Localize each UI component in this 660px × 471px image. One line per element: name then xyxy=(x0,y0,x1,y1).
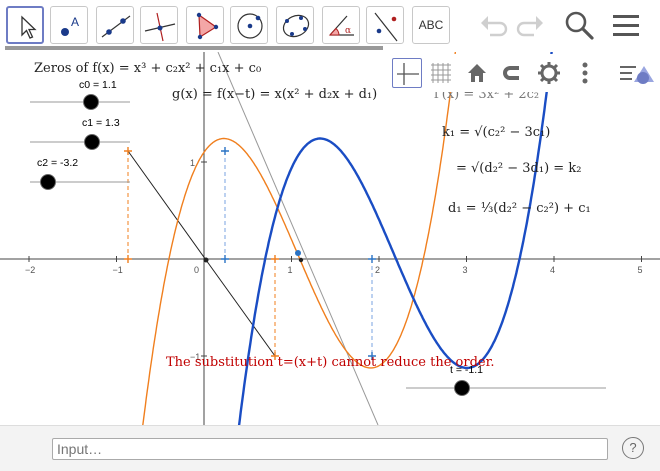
d1-formula: d₁ = ⅓(d₂² − c₂²) + c₁ xyxy=(448,201,591,216)
slider-c1-label: c1 = 1.3 xyxy=(82,117,120,129)
home-icon xyxy=(468,64,486,82)
slider-c1[interactable]: c1 = 1.3 xyxy=(30,117,130,150)
origin-point[interactable] xyxy=(203,257,209,263)
x-tick-label: 2 xyxy=(375,265,380,275)
algebra-input-field[interactable] xyxy=(52,438,608,460)
point-capturing-button[interactable] xyxy=(498,58,528,88)
perpendicular-tool-button[interactable] xyxy=(140,6,178,44)
substitution-note: The substitution t=(x+t) cannot reduce t… xyxy=(166,355,495,370)
perpendicular-line-icon xyxy=(144,12,176,42)
x-tick-label: 1 xyxy=(288,265,293,275)
polygon-tool-button[interactable] xyxy=(186,6,224,44)
main-menu-button[interactable] xyxy=(610,10,642,40)
move-tool-button[interactable] xyxy=(6,6,44,44)
algebra-input-bar xyxy=(0,425,660,471)
y-tick-label: 1 xyxy=(190,158,195,168)
toggle-style-bar-icon xyxy=(620,66,654,84)
slider-t-label: t = -1.1 xyxy=(450,364,483,376)
x-tick-label: 5 xyxy=(638,265,643,275)
angle-tool-button[interactable]: α xyxy=(322,6,360,44)
text-tool-button[interactable]: ABC xyxy=(412,6,450,44)
arrow-cursor-icon xyxy=(21,15,37,39)
g-inflection-point[interactable] xyxy=(295,250,301,256)
x-tick-label: −2 xyxy=(25,265,35,275)
reflect-about-line-icon xyxy=(374,12,398,42)
angle-icon: α xyxy=(328,15,354,36)
svg-text:α: α xyxy=(345,26,351,36)
conic-through-points-icon xyxy=(282,14,310,38)
undo-icon xyxy=(481,16,508,37)
line-through-points-icon xyxy=(101,15,131,38)
zeros-title: Zeros of f(x) = x³ + c₂x² + c₁x + c₀ xyxy=(34,61,261,76)
x-tick-label: 3 xyxy=(463,265,468,275)
svg-text:A: A xyxy=(71,15,79,29)
redo-button[interactable] xyxy=(514,10,546,40)
slider-c0-handle[interactable] xyxy=(83,94,99,110)
slider-c2-label: c2 = -3.2 xyxy=(37,157,78,169)
grid-icon xyxy=(431,63,451,83)
help-icon[interactable]: ? xyxy=(622,437,644,459)
magnet-icon xyxy=(503,66,519,80)
toggle-style-bar-button[interactable] xyxy=(616,58,656,88)
toggle-grid-button[interactable] xyxy=(426,58,456,88)
circle-center-point-icon xyxy=(237,13,263,39)
slider-c1-handle[interactable] xyxy=(84,134,100,150)
k2-formula: = √(d₂² − 3d₁) = k₂ xyxy=(456,161,581,176)
x-tick-label: −1 xyxy=(113,265,123,275)
toolbar: A α ABC xyxy=(0,0,660,52)
more-options-button[interactable] xyxy=(570,58,600,88)
hamburger-menu-icon xyxy=(613,15,639,36)
graphics-style-bar xyxy=(390,54,660,92)
point-tool-button[interactable]: A xyxy=(50,6,88,44)
circle-tool-button[interactable] xyxy=(230,6,268,44)
undo-button[interactable] xyxy=(478,10,510,40)
conic-tool-button[interactable] xyxy=(276,6,314,44)
redo-icon xyxy=(516,16,543,37)
standard-view-button[interactable] xyxy=(462,58,492,88)
slider-t-handle[interactable] xyxy=(454,380,470,396)
slider-c2[interactable]: c2 = -3.2 xyxy=(30,157,130,190)
text-icon: ABC xyxy=(418,18,444,32)
g-definition: g(x) = f(x−t) = x(x² + d₂x + d₁) xyxy=(172,87,377,102)
graphics-settings-button[interactable] xyxy=(534,58,564,88)
search-icon xyxy=(565,11,594,40)
toolbar-scrollbar[interactable] xyxy=(5,46,383,50)
line-tool-button[interactable] xyxy=(96,6,134,44)
graphics-view[interactable]: −2 −1 0 1 2 3 4 5 1 −1 Zeros of f(x) = x… xyxy=(0,52,660,425)
toggle-axes-button[interactable] xyxy=(392,58,422,88)
axes-icon xyxy=(397,63,419,85)
gear-icon xyxy=(538,62,560,84)
point-a-icon: A xyxy=(61,15,79,36)
search-button[interactable] xyxy=(562,8,596,42)
k1-formula: k₁ = √(c₂² − 3c₁) xyxy=(442,125,550,140)
polygon-icon xyxy=(196,12,219,40)
x-intercept-point[interactable] xyxy=(298,257,304,263)
slider-c0[interactable]: c0 = 1.1 xyxy=(30,79,130,110)
x-tick-label: 0 xyxy=(194,265,199,275)
slider-c0-label: c0 = 1.1 xyxy=(79,79,117,91)
reflect-tool-button[interactable] xyxy=(366,6,404,44)
x-tick-label: 4 xyxy=(550,265,555,275)
more-vertical-icon xyxy=(582,62,588,84)
graphics-canvas[interactable]: −2 −1 0 1 2 3 4 51−1 Zeros of f(x) = x³ … xyxy=(0,52,660,425)
slider-c2-handle[interactable] xyxy=(40,174,56,190)
